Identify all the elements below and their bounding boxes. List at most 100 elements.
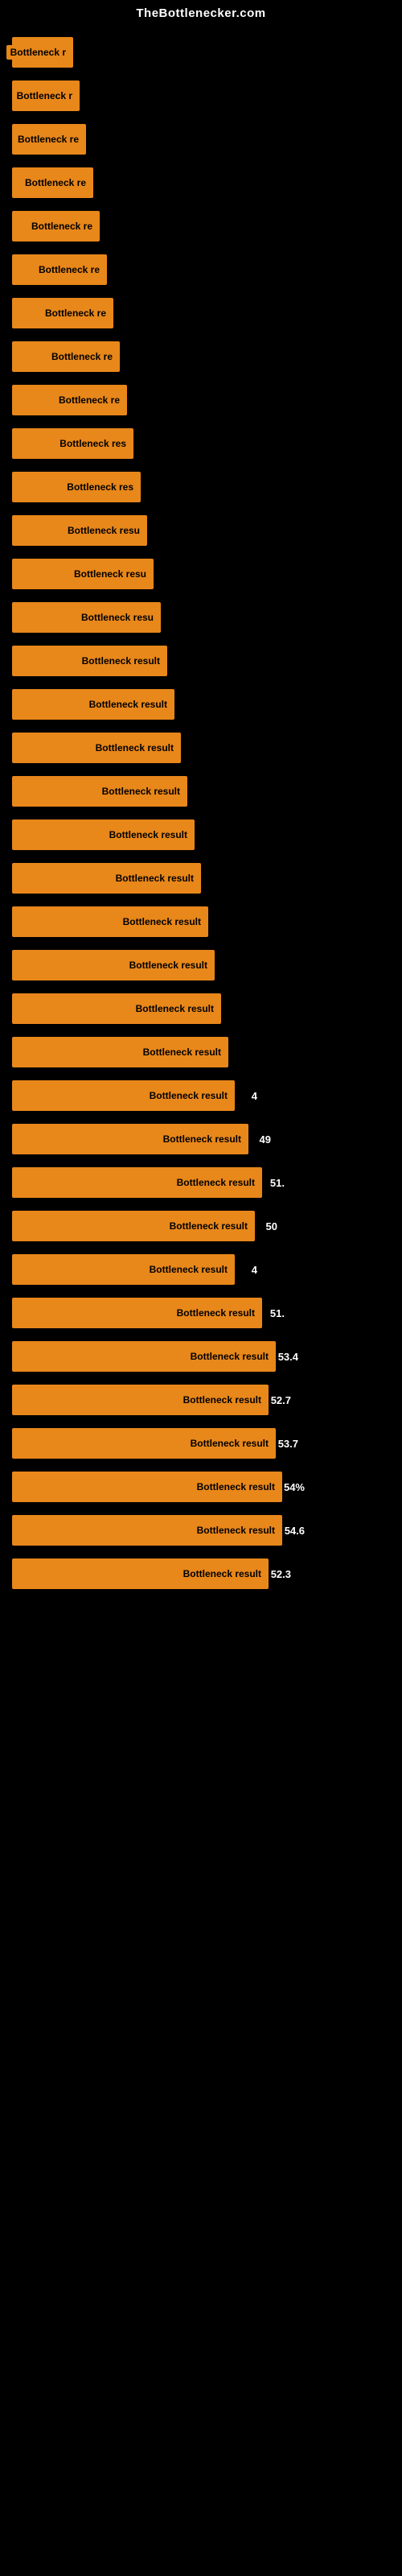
bar-label: Bottleneck result	[146, 1262, 232, 1277]
bar-container: Bottleneck result 51.	[12, 1298, 394, 1328]
bar-label: Bottleneck result	[179, 1393, 265, 1407]
bar-value: 49	[260, 1133, 271, 1146]
bar-value: 50	[266, 1220, 277, 1232]
bar-container: Bottleneck result 53.4	[12, 1341, 394, 1372]
bar-label: Bottleneck re	[14, 132, 83, 147]
bar-row: Bottleneck result	[8, 901, 394, 943]
bar-container: Bottleneck result	[12, 776, 394, 807]
bar-row: Bottleneck resu	[8, 553, 394, 595]
bar-fill: Bottleneck result 53.7	[12, 1428, 276, 1459]
bar-fill: Bottleneck result	[12, 993, 221, 1024]
bar-label: Bottleneck result	[173, 1306, 259, 1320]
bar-fill: Bottleneck result 50	[12, 1211, 255, 1241]
bar-label: Bottleneck result	[179, 1567, 265, 1581]
bar-row: Bottleneck result 4	[8, 1075, 394, 1117]
bar-label: Bottleneck re	[27, 219, 96, 233]
bar-fill: Bottleneck resu	[12, 602, 161, 633]
bar-label: Bottleneck result	[187, 1436, 273, 1451]
bar-row: Bottleneck result 54.6	[8, 1509, 394, 1551]
bar-fill: Bottleneck r	[12, 37, 73, 68]
bar-row: Bottleneck result 53.7	[8, 1422, 394, 1464]
bar-container: Bottleneck result 4	[12, 1254, 394, 1285]
bar-label: Bottleneck result	[125, 958, 211, 972]
bar-container: Bottleneck re	[12, 341, 394, 372]
bar-label: Bottleneck result	[193, 1480, 279, 1494]
bar-label: Bottleneck result	[193, 1523, 279, 1538]
bar-row: Bottleneck re	[8, 118, 394, 160]
bar-fill: Bottleneck result 51.	[12, 1167, 262, 1198]
bar-row: Bottleneck r	[8, 75, 394, 117]
bar-container: Bottleneck result	[12, 646, 394, 676]
bar-label: Bottleneck r	[13, 89, 76, 103]
bar-row: Bottleneck re	[8, 292, 394, 334]
bar-label: Bottleneck result	[112, 871, 198, 886]
bar-container: Bottleneck re	[12, 167, 394, 198]
bar-container: Bottleneck res	[12, 472, 394, 502]
bar-row: Bottleneck result	[8, 640, 394, 682]
bar-fill: Bottleneck res	[12, 472, 141, 502]
bar-value: 53.4	[278, 1351, 298, 1363]
bar-container: Bottleneck result 52.3	[12, 1558, 394, 1589]
bar-label: Bottleneck resu	[70, 567, 150, 581]
bar-fill: Bottleneck result	[12, 776, 187, 807]
bar-fill: Bottleneck result	[12, 863, 201, 894]
bar-fill: Bottleneck res	[12, 428, 133, 459]
bar-container: Bottleneck r	[12, 37, 394, 68]
header: TheBottlenecker.com	[0, 0, 402, 23]
bar-container: Bottleneck result	[12, 689, 394, 720]
bar-label: Bottleneck result	[119, 914, 205, 929]
bar-value: 52.3	[271, 1568, 291, 1580]
bar-label: Bottleneck result	[98, 784, 184, 799]
bar-label: Bottleneck r	[6, 45, 70, 60]
bar-container: Bottleneck result	[12, 993, 394, 1024]
bar-label: Bottleneck re	[55, 393, 124, 407]
bar-label: Bottleneck result	[187, 1349, 273, 1364]
bar-container: Bottleneck result 50	[12, 1211, 394, 1241]
bar-value: 54.6	[285, 1525, 305, 1537]
bar-container: Bottleneck resu	[12, 559, 394, 589]
bar-row: Bottleneck re	[8, 336, 394, 378]
bar-fill: Bottleneck result 53.4	[12, 1341, 276, 1372]
bar-container: Bottleneck re	[12, 124, 394, 155]
bar-row: Bottleneck result	[8, 814, 394, 856]
bar-fill: Bottleneck result	[12, 1037, 228, 1067]
bar-label: Bottleneck result	[78, 654, 164, 668]
bar-row: Bottleneck result	[8, 1031, 394, 1073]
bar-container: Bottleneck resu	[12, 602, 394, 633]
bar-fill: Bottleneck result 54.6	[12, 1515, 282, 1546]
bar-label: Bottleneck re	[47, 349, 117, 364]
bar-container: Bottleneck re	[12, 254, 394, 285]
bar-fill: Bottleneck re	[12, 341, 120, 372]
bar-row: Bottleneck resu	[8, 597, 394, 638]
site-title: TheBottlenecker.com	[0, 0, 402, 23]
bar-fill: Bottleneck resu	[12, 515, 147, 546]
bar-label: Bottleneck result	[105, 828, 191, 842]
bar-row: Bottleneck result 50	[8, 1205, 394, 1247]
bar-row: Bottleneck result 51.	[8, 1292, 394, 1334]
bar-value: 4	[252, 1090, 257, 1102]
bar-label: Bottleneck result	[85, 697, 171, 712]
bar-row: Bottleneck result	[8, 988, 394, 1030]
bar-fill: Bottleneck result	[12, 950, 215, 980]
bar-value: 51.	[270, 1307, 285, 1319]
bar-label: Bottleneck res	[63, 480, 137, 494]
bar-row: Bottleneck result 51.	[8, 1162, 394, 1203]
bar-row: Bottleneck result	[8, 683, 394, 725]
bar-container: Bottleneck result 4	[12, 1080, 394, 1111]
bar-row: Bottleneck res	[8, 466, 394, 508]
bar-row: Bottleneck re	[8, 205, 394, 247]
bar-label: Bottleneck result	[173, 1175, 259, 1190]
bar-fill: Bottleneck result 52.3	[12, 1558, 269, 1589]
bar-fill: Bottleneck re	[12, 167, 93, 198]
chart-area: Bottleneck r Bottleneck r Bottleneck re …	[0, 23, 402, 1604]
bar-row: Bottleneck res	[8, 423, 394, 464]
bar-fill: Bottleneck resu	[12, 559, 154, 589]
bar-fill: Bottleneck result 51.	[12, 1298, 262, 1328]
bar-fill: Bottleneck result	[12, 689, 174, 720]
bar-row: Bottleneck result 54%	[8, 1466, 394, 1508]
bar-container: Bottleneck result	[12, 863, 394, 894]
bar-container: Bottleneck result	[12, 950, 394, 980]
bar-container: Bottleneck result 53.7	[12, 1428, 394, 1459]
bar-fill: Bottleneck re	[12, 385, 127, 415]
bar-fill: Bottleneck re	[12, 211, 100, 242]
